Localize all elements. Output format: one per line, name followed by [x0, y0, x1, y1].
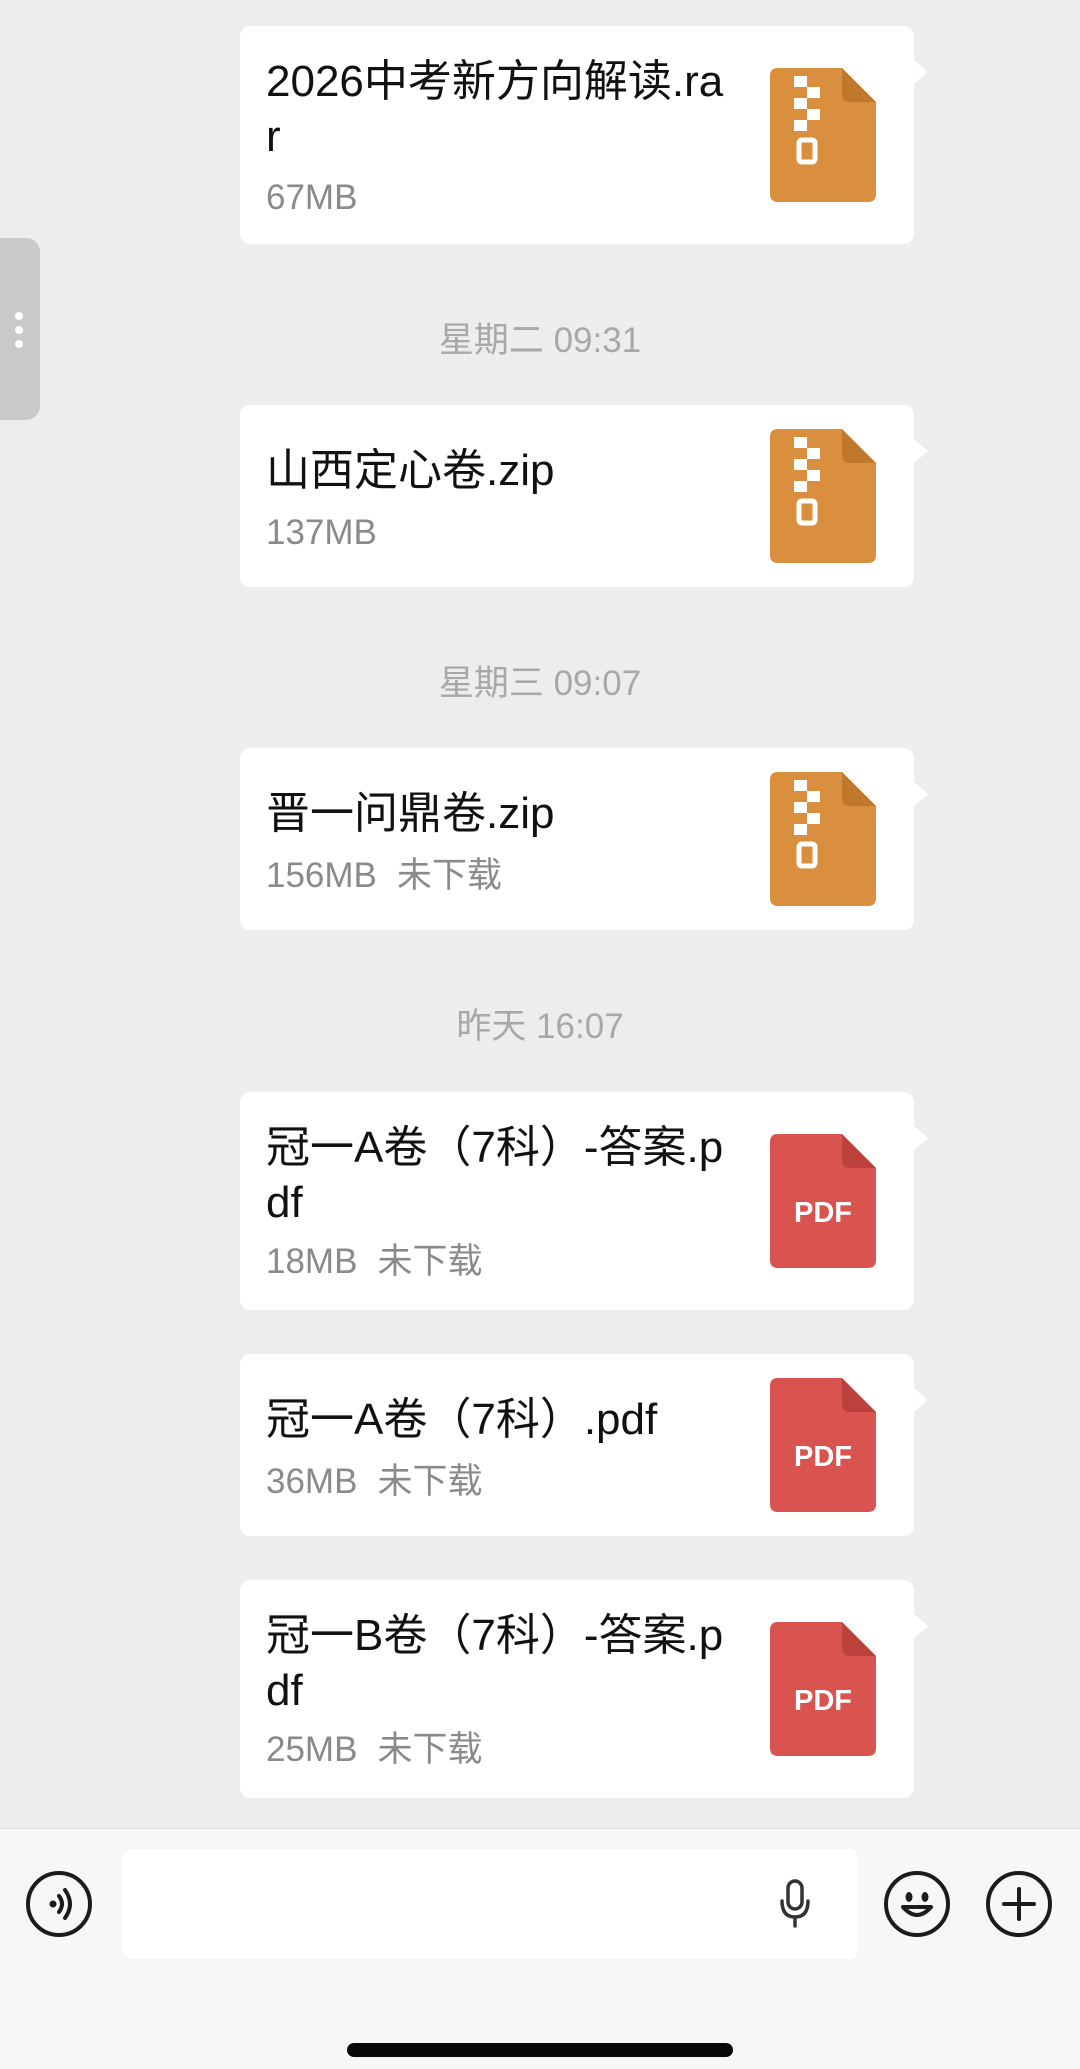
- chat-message-list[interactable]: 2026中考新方向解读.rar 67MB 星期二 09:31 山西定心卷.zip…: [0, 0, 1080, 1828]
- file-size: 25MB: [266, 1730, 358, 1769]
- emoji-icon[interactable]: [884, 1871, 950, 1937]
- voice-mode-icon[interactable]: [26, 1871, 92, 1937]
- file-size: 156MB: [266, 856, 377, 895]
- file-meta: 137MB: [266, 513, 377, 553]
- file-meta: 36MB 未下载: [266, 1462, 482, 1502]
- file-name: 冠一A卷（7科）.pdf: [266, 1395, 658, 1444]
- zip-archive-icon: [770, 68, 876, 202]
- pdf-file-icon: PDF: [770, 1622, 876, 1756]
- file-name: 冠一A卷（7科）-答案.pdf: [266, 1123, 724, 1227]
- file-size: 137MB: [266, 513, 377, 552]
- download-status: 未下载: [396, 856, 502, 895]
- message-input[interactable]: [122, 1849, 858, 1959]
- file-name: 2026中考新方向解读.rar: [266, 57, 724, 161]
- file-bubble[interactable]: 冠一A卷（7科）.pdf 36MB 未下载 PDF: [240, 1354, 928, 1536]
- download-status: 未下载: [377, 1730, 483, 1769]
- zip-archive-icon: [770, 429, 876, 563]
- file-name: 晋一问鼎卷.zip: [266, 789, 555, 838]
- home-indicator[interactable]: [347, 2043, 733, 2057]
- timestamp: 星期三 09:07: [438, 664, 642, 703]
- download-status: 未下载: [377, 1462, 483, 1501]
- download-status: 未下载: [377, 1242, 483, 1281]
- file-size: 67MB: [266, 178, 358, 217]
- file-bubble[interactable]: 晋一问鼎卷.zip 156MB 未下载: [240, 748, 928, 930]
- pdf-file-icon: PDF: [770, 1378, 876, 1512]
- file-bubble[interactable]: 冠一B卷（7科）-答案.pdf 25MB 未下载 PDF: [240, 1580, 928, 1798]
- file-bubble[interactable]: 山西定心卷.zip 137MB: [240, 405, 928, 587]
- plus-icon[interactable]: [986, 1871, 1052, 1937]
- file-size: 36MB: [266, 1462, 358, 1501]
- file-bubble[interactable]: 2026中考新方向解读.rar 67MB: [240, 26, 928, 244]
- pdf-label: PDF: [794, 1685, 852, 1717]
- file-size: 18MB: [266, 1242, 358, 1281]
- chat-input-bar: [0, 1828, 1080, 2069]
- pdf-file-icon: PDF: [770, 1134, 876, 1268]
- pdf-label: PDF: [794, 1197, 852, 1229]
- zip-archive-icon: [770, 772, 876, 906]
- timestamp: 星期二 09:31: [438, 321, 642, 360]
- file-meta: 156MB 未下载: [266, 856, 502, 896]
- pdf-label: PDF: [794, 1441, 852, 1473]
- file-name: 山西定心卷.zip: [266, 446, 555, 495]
- file-bubble[interactable]: 冠一A卷（7科）-答案.pdf 18MB 未下载 PDF: [240, 1092, 928, 1310]
- file-meta: 18MB 未下载: [266, 1242, 482, 1282]
- microphone-icon[interactable]: [778, 1879, 812, 1929]
- file-meta: 67MB: [266, 178, 357, 218]
- timestamp: 昨天 16:07: [456, 1007, 624, 1046]
- file-meta: 25MB 未下载: [266, 1730, 482, 1770]
- file-name: 冠一B卷（7科）-答案.pdf: [266, 1611, 724, 1715]
